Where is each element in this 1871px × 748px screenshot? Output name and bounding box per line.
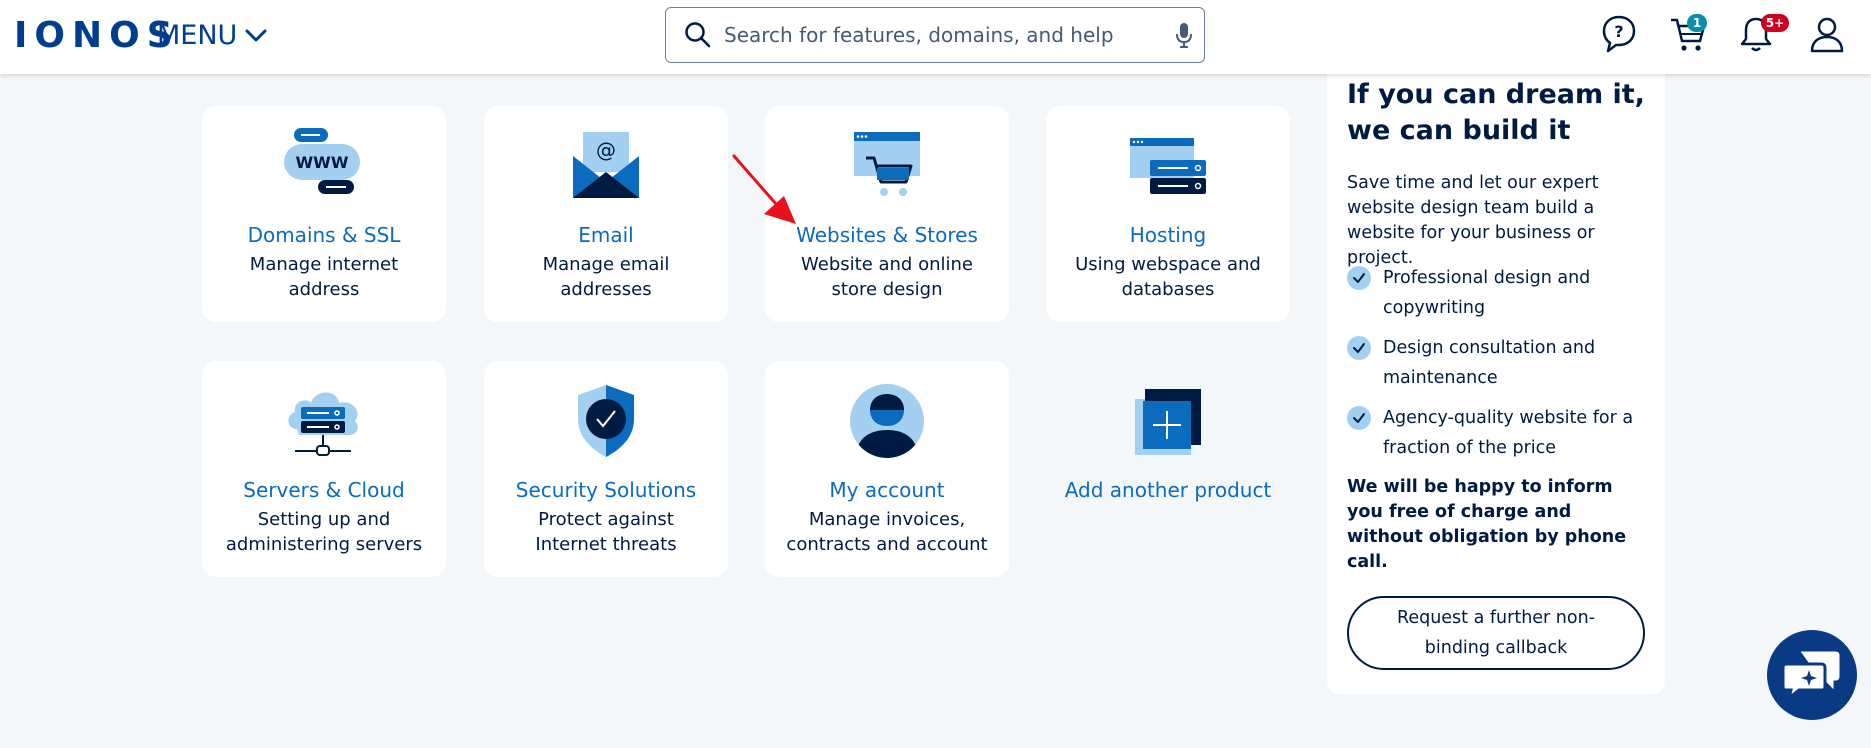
- notification-count-badge: 5+: [1761, 14, 1789, 32]
- hosting-server-icon: [1130, 138, 1206, 194]
- microphone-icon[interactable]: [1174, 21, 1194, 49]
- card-description: Using webspace and databases: [1075, 254, 1261, 300]
- card-title: Security Solutions: [515, 478, 697, 502]
- list-item: Agency-quality website for a fraction of…: [1347, 403, 1647, 463]
- svg-text:?: ?: [1614, 22, 1623, 41]
- card-title: My account: [829, 478, 945, 502]
- menu-button[interactable]: MENU: [157, 18, 267, 54]
- ionos-logo[interactable]: IONOS: [14, 16, 180, 56]
- list-item: Professional design and copywriting: [1347, 263, 1647, 323]
- search-input[interactable]: [724, 23, 1174, 47]
- email-envelope-icon: @: [573, 132, 639, 198]
- benefit-text: Design consultation and maintenance: [1383, 338, 1596, 388]
- red-arrow-annotation: [732, 154, 796, 224]
- card-title: Servers & Cloud: [243, 478, 405, 502]
- card-my-account[interactable]: My account Manage invoices, contracts an…: [765, 361, 1009, 577]
- panel-intro: Save time and let our expert website des…: [1347, 173, 1599, 268]
- security-shield-icon: [578, 385, 634, 457]
- card-title: Email: [578, 223, 634, 247]
- card-email[interactable]: @ Email Manage email addresses: [484, 106, 728, 322]
- svg-text:WWW: WWW: [296, 153, 349, 172]
- benefit-text: Agency-quality website for a fraction of…: [1383, 408, 1634, 458]
- benefit-list: Professional design and copywriting Desi…: [1347, 263, 1647, 473]
- panel-cta-text: We will be happy to inform you free of c…: [1347, 477, 1627, 572]
- top-header: IONOS MENU ? 1 5+: [0, 0, 1871, 74]
- card-title: Domains & SSL: [247, 223, 401, 247]
- checkmark-icon: [1347, 266, 1371, 290]
- card-description: Manage internet address: [249, 254, 399, 300]
- checkmark-icon: [1347, 336, 1371, 360]
- user-account-icon[interactable]: [1809, 14, 1845, 54]
- card-hosting[interactable]: Hosting Using webspace and databases: [1046, 106, 1290, 322]
- card-title: Add another product: [1064, 478, 1272, 502]
- cart-count-badge: 1: [1687, 14, 1707, 32]
- card-description: Setting up and administering servers: [225, 509, 423, 555]
- add-product-plus-icon: [1135, 389, 1201, 455]
- www-domain-icon: WWW: [284, 128, 360, 194]
- chat-assistant-button[interactable]: [1767, 630, 1857, 720]
- build-service-panel: If you can dream it, we can build it Sav…: [1327, 60, 1665, 694]
- card-description: Website and online store design: [801, 254, 973, 300]
- card-add-another-product[interactable]: Add another product: [1046, 361, 1290, 577]
- help-chat-icon[interactable]: ?: [1601, 14, 1637, 54]
- card-description: Protect against Internet threats: [535, 509, 677, 555]
- cloud-server-icon: [288, 392, 358, 456]
- search-box[interactable]: [665, 7, 1205, 63]
- card-description: Manage email addresses: [542, 254, 670, 300]
- menu-label: MENU: [157, 20, 238, 51]
- card-servers-cloud[interactable]: Servers & Cloud Setting up and administe…: [202, 361, 446, 577]
- card-description: Manage invoices, contracts and account: [786, 509, 988, 555]
- card-title: Websites & Stores: [796, 223, 978, 247]
- card-security-solutions[interactable]: Security Solutions Protect against Inter…: [484, 361, 728, 577]
- account-avatar-icon: [850, 384, 924, 458]
- card-title: Hosting: [1129, 223, 1207, 247]
- search-icon: [685, 22, 711, 48]
- chat-bubbles-icon: [1783, 651, 1840, 700]
- svg-text:@: @: [596, 138, 616, 162]
- benefit-text: Professional design and copywriting: [1383, 268, 1591, 318]
- web-store-cart-icon: [854, 132, 920, 196]
- list-item: Design consultation and maintenance: [1347, 333, 1647, 393]
- chevron-down-icon: [245, 29, 267, 42]
- request-callback-button[interactable]: Request a further non-binding callback: [1347, 596, 1645, 670]
- checkmark-icon: [1347, 406, 1371, 430]
- panel-heading: If you can dream it, we can build it: [1347, 79, 1645, 146]
- card-domains-ssl[interactable]: WWW Domains & SSL Manage internet addres…: [202, 106, 446, 322]
